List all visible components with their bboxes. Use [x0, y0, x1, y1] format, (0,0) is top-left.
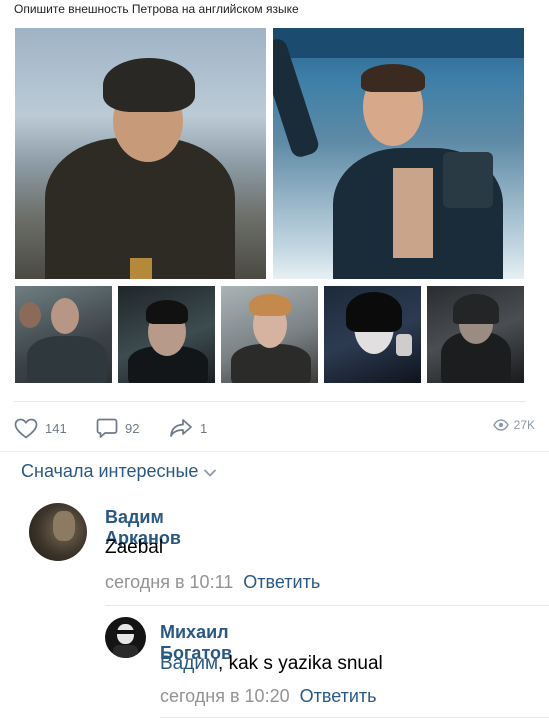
divider [105, 605, 549, 606]
reply-button[interactable]: Ответить [300, 686, 377, 706]
post-photo-2[interactable] [273, 28, 524, 279]
divider [14, 401, 525, 402]
post-actions: 141 92 1 27K [14, 418, 535, 440]
divider [160, 717, 549, 718]
mention-link[interactable]: Вадим [160, 653, 218, 674]
comment-time[interactable]: сегодня в 10:20 [160, 686, 290, 706]
comment-text: Вадим, kak s yazika snual [160, 653, 383, 675]
post-photo-5[interactable] [221, 286, 318, 383]
eye-icon [492, 419, 509, 431]
views-count: 27K [513, 418, 535, 432]
post-photo-7[interactable] [427, 286, 524, 383]
comments-button[interactable]: 92 [96, 418, 139, 439]
post-caption: Опишите внешность Петрова на английском … [14, 2, 299, 16]
post-photo-6[interactable] [324, 286, 421, 383]
share-icon [170, 419, 192, 437]
sort-label: Сначала интересные [21, 461, 199, 481]
likes-count: 141 [45, 421, 67, 436]
comments-sort-dropdown[interactable]: Сначала интересные [21, 461, 217, 482]
reply-button[interactable]: Ответить [243, 572, 320, 592]
comment-icon [96, 418, 118, 438]
heart-icon [14, 418, 38, 439]
comment-time[interactable]: сегодня в 10:11 [105, 572, 233, 592]
comment-meta: сегодня в 10:20 Ответить [160, 686, 377, 707]
comment-text: Zaebal [105, 537, 164, 558]
shares-count: 1 [200, 420, 208, 436]
post-photo-3[interactable] [15, 286, 112, 383]
post-photo-1[interactable] [15, 28, 266, 279]
divider [0, 451, 549, 452]
chevron-down-icon [204, 469, 217, 477]
post-photo-4[interactable] [118, 286, 215, 383]
avatar[interactable] [105, 617, 146, 658]
views-counter: 27K [492, 418, 535, 432]
comment-meta: сегодня в 10:11 Ответить [105, 572, 320, 593]
comments-count: 92 [125, 421, 140, 436]
comment-text-body: , kak s yazika snual [218, 653, 383, 674]
like-button[interactable]: 141 [14, 418, 67, 439]
avatar[interactable] [29, 503, 87, 561]
share-button[interactable]: 1 [169, 418, 207, 438]
